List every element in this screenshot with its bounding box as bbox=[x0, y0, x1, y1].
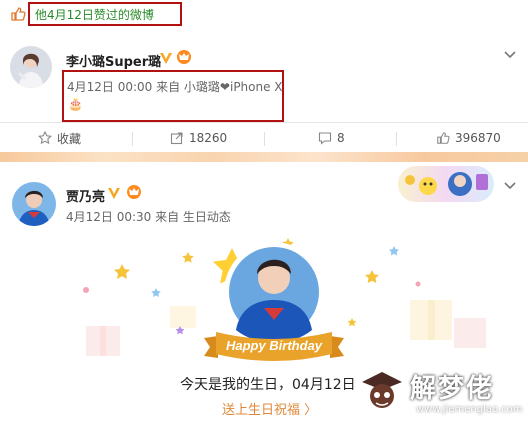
favorite-button[interactable]: 收藏 bbox=[38, 123, 81, 153]
card-decoration bbox=[398, 166, 494, 202]
post-content: 🎂 bbox=[68, 97, 83, 111]
star-icon bbox=[38, 131, 52, 145]
verified-badge-icon bbox=[108, 188, 120, 199]
comment-count: 8 bbox=[337, 131, 345, 145]
favorite-label: 收藏 bbox=[57, 131, 82, 146]
vip-crown-icon[interactable] bbox=[126, 184, 142, 200]
chevron-down-icon[interactable] bbox=[503, 50, 517, 60]
thumbs-up-icon bbox=[437, 132, 450, 144]
divider bbox=[264, 132, 265, 146]
divider bbox=[396, 132, 397, 146]
birthday-message: 今天是我的生日，04月12日 bbox=[180, 377, 356, 393]
vip-crown-icon[interactable] bbox=[176, 49, 192, 65]
thumbs-up-icon bbox=[11, 7, 26, 21]
watermark-title: 解梦佬 bbox=[410, 374, 495, 404]
like-count: 396870 bbox=[455, 131, 501, 145]
repost-icon bbox=[170, 132, 183, 145]
banner-strip bbox=[0, 152, 528, 162]
liked-header-text: 他4月12日赞过的微博 bbox=[35, 8, 154, 22]
comment-button[interactable]: 8 bbox=[318, 123, 345, 153]
author-name[interactable]: 贾乃亮 bbox=[66, 186, 105, 205]
author-name[interactable]: 李小璐Super璐 bbox=[66, 51, 161, 70]
avatar[interactable] bbox=[12, 182, 56, 226]
action-bar: 收藏 18260 8 396870 bbox=[0, 122, 528, 153]
repost-button[interactable]: 18260 bbox=[170, 123, 227, 153]
post-meta[interactable]: 4月12日 00:30 来自 生日动态 bbox=[66, 208, 231, 225]
watermark-logo-icon bbox=[362, 372, 402, 408]
divider bbox=[132, 132, 133, 146]
verified-badge-icon bbox=[160, 53, 172, 64]
repost-count: 18260 bbox=[189, 131, 228, 145]
comment-icon bbox=[318, 132, 332, 145]
ribbon-text: Happy Birthday bbox=[226, 338, 323, 353]
post-meta[interactable]: 4月12日 00:00 来自 小璐璐❤iPhone X bbox=[67, 78, 283, 95]
chevron-down-icon[interactable] bbox=[503, 181, 517, 191]
watermark-url: www.jiemenglao.com bbox=[416, 404, 523, 415]
send-wish-link[interactable]: 送上生日祝福 〉 bbox=[222, 399, 317, 418]
avatar[interactable] bbox=[10, 46, 52, 88]
like-button[interactable]: 396870 bbox=[436, 123, 501, 153]
